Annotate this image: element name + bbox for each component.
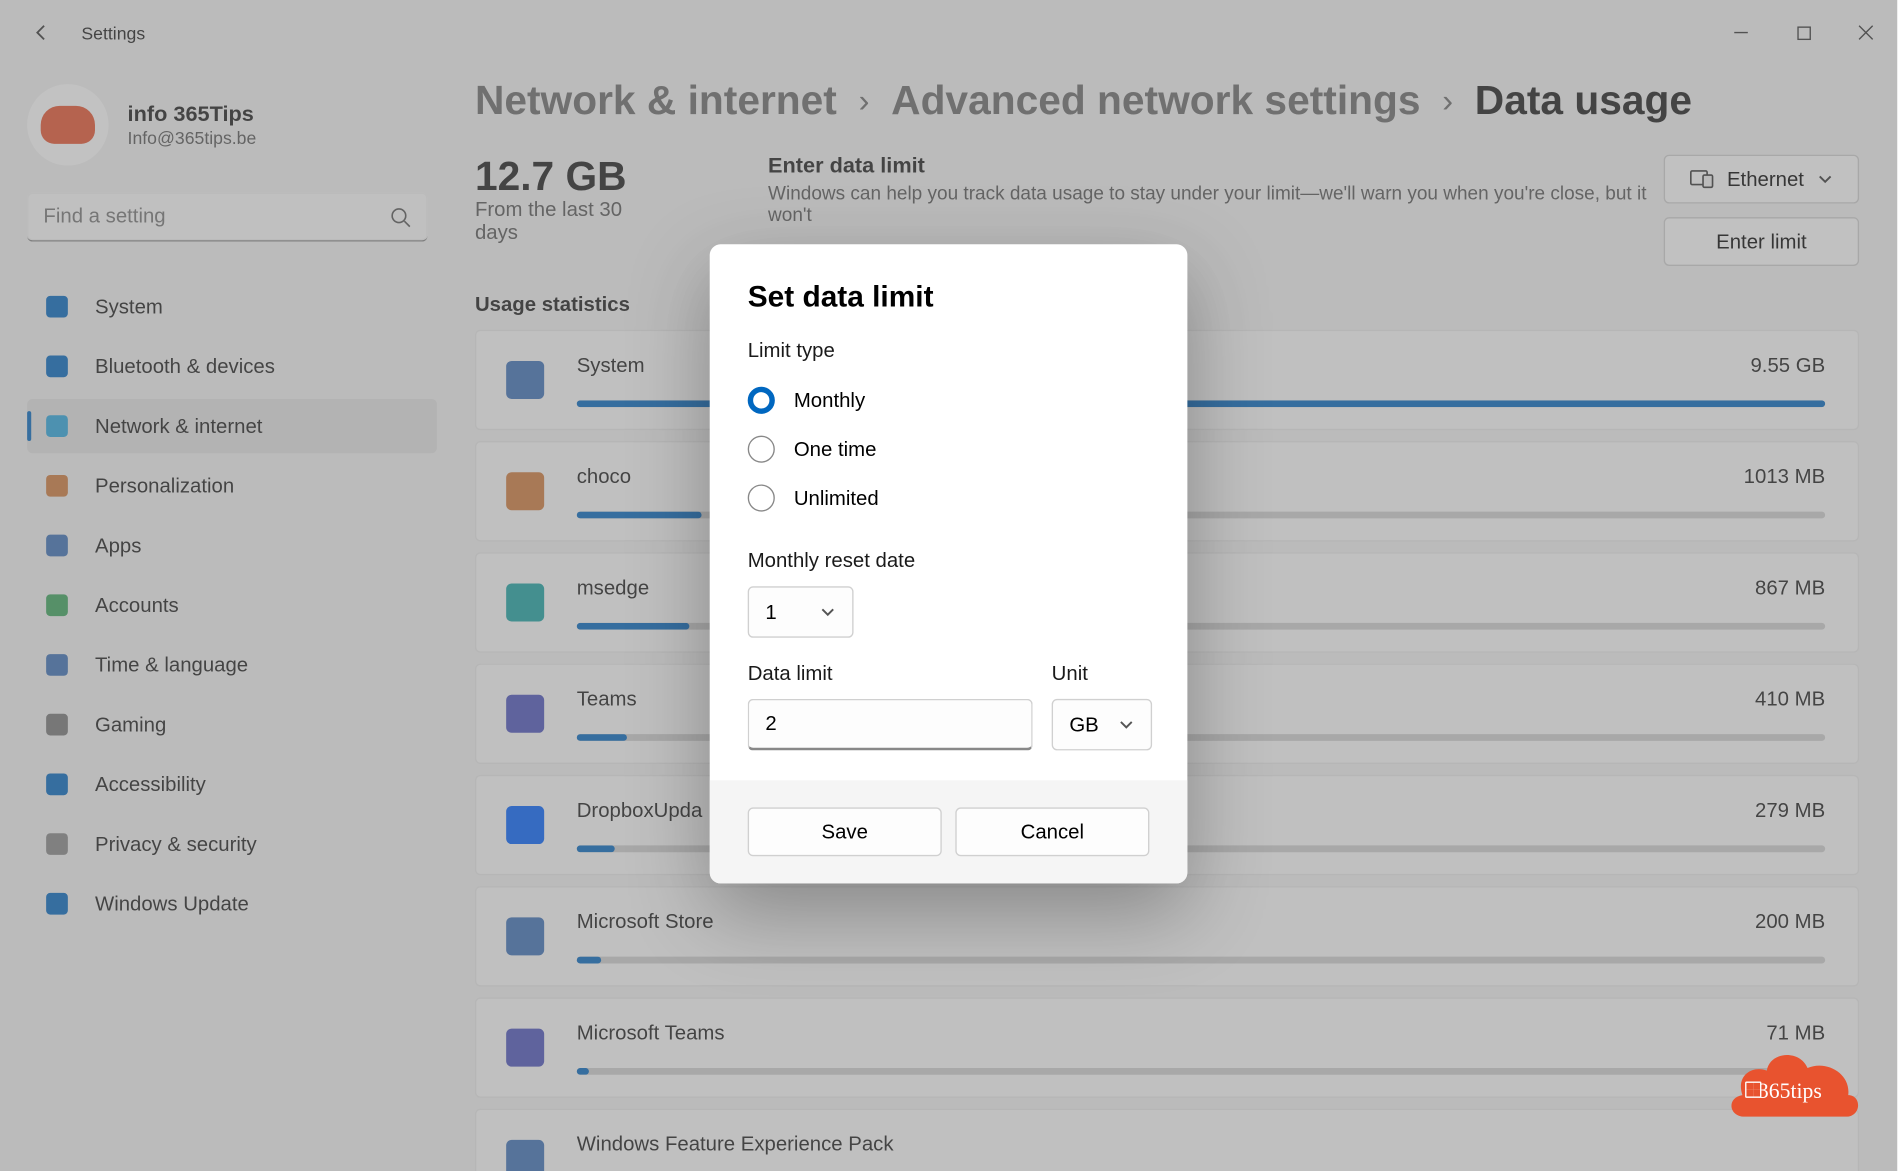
limit-type-radio-group: Monthly One time Unlimited xyxy=(748,376,1150,523)
unit-select[interactable]: GB xyxy=(1052,699,1152,751)
radio-label: Unlimited xyxy=(794,486,879,509)
radio-one-time[interactable]: One time xyxy=(748,425,1150,474)
limit-type-label: Limit type xyxy=(748,339,1150,362)
chevron-down-icon xyxy=(1118,716,1134,732)
set-data-limit-dialog: Set data limit Limit type Monthly One tim… xyxy=(710,244,1188,883)
modal-overlay: Set data limit Limit type Monthly One tim… xyxy=(0,0,1897,1171)
data-limit-label: Data limit xyxy=(748,662,1033,685)
radio-unlimited[interactable]: Unlimited xyxy=(748,474,1150,523)
365tips-badge: 365tips xyxy=(1715,1041,1864,1117)
reset-date-label: Monthly reset date xyxy=(748,550,1150,573)
radio-monthly[interactable]: Monthly xyxy=(748,376,1150,425)
svg-text:365tips: 365tips xyxy=(1758,1079,1822,1103)
unit-value: GB xyxy=(1069,713,1098,736)
cancel-button[interactable]: Cancel xyxy=(955,807,1149,856)
unit-label: Unit xyxy=(1052,662,1152,685)
radio-label: Monthly xyxy=(794,389,865,412)
radio-icon xyxy=(748,436,775,463)
chevron-down-icon xyxy=(820,604,836,620)
reset-date-select[interactable]: 1 xyxy=(748,586,854,638)
save-button[interactable]: Save xyxy=(748,807,942,856)
data-limit-input[interactable] xyxy=(748,699,1033,751)
radio-icon xyxy=(748,484,775,511)
reset-date-value: 1 xyxy=(765,600,776,623)
dialog-title: Set data limit xyxy=(748,280,1150,315)
radio-icon xyxy=(748,387,775,414)
radio-label: One time xyxy=(794,438,877,461)
